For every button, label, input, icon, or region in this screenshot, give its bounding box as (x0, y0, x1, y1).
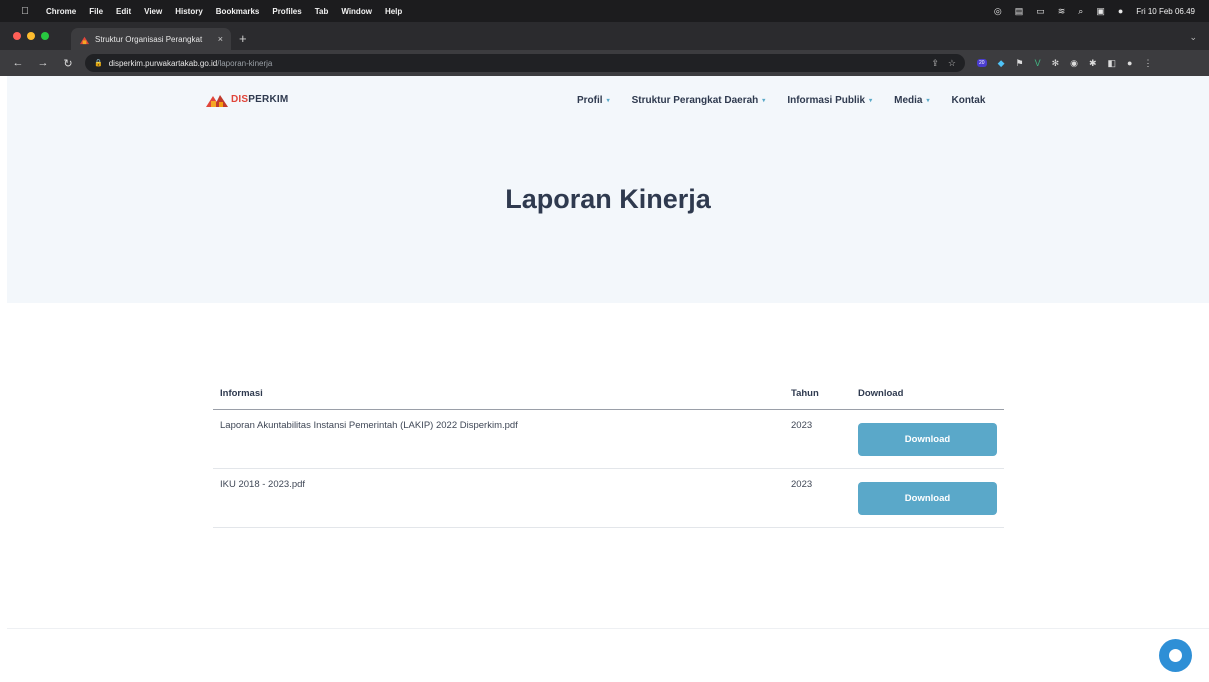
table-row: Laporan Akuntabilitas Instansi Pemerinta… (213, 410, 1004, 469)
spotlight-search-icon[interactable]: ⌕ (1078, 6, 1083, 17)
close-window-button[interactable] (13, 32, 21, 40)
disperkim-logo-icon (206, 95, 228, 107)
new-tab-button[interactable]: + (239, 31, 247, 46)
lock-icon[interactable]: 🔒 (94, 59, 103, 67)
minimize-window-button[interactable] (27, 32, 35, 40)
browser-toolbar: ← → ↻ 🔒 disperkim.purwakartakab.go.id/la… (0, 50, 1209, 76)
url-host: disperkim.purwakartakab.go.id (108, 58, 218, 68)
browser-tab-active[interactable]: Struktur Organisasi Perangkat × (71, 28, 231, 50)
share-icon[interactable]: ⇪ (931, 58, 939, 69)
menu-edit[interactable]: Edit (116, 7, 131, 16)
nav-item-struktur-perangkat-daerah[interactable]: Struktur Perangkat Daerah ▾ (632, 95, 766, 106)
download-button[interactable]: Download (858, 423, 997, 456)
nav-item-kontak[interactable]: Kontak (951, 95, 985, 106)
chrome-menu-icon[interactable]: ⋮ (1143, 58, 1152, 69)
macos-menubar:  Chrome File Edit View History Bookmark… (0, 0, 1209, 22)
wifi-icon[interactable]: ≋ (1058, 6, 1066, 17)
chevron-down-icon: ▾ (762, 98, 766, 104)
nav-item-informasi-publik[interactable]: Informasi Publik ▾ (787, 95, 872, 106)
logo-wordmark: DISPERKIM (231, 94, 289, 105)
gear-extension-icon[interactable]: ✻ (1052, 58, 1060, 69)
menu-tab[interactable]: Tab (315, 7, 329, 16)
menu-file[interactable]: File (89, 7, 103, 16)
menu-help[interactable]: Help (385, 7, 402, 16)
puzzle-extensions-icon[interactable]: ✱ (1089, 58, 1097, 69)
siri-icon[interactable]: ● (1118, 6, 1123, 16)
row-file-name: IKU 2018 - 2023.pdf (220, 479, 306, 490)
menu-chrome[interactable]: Chrome (46, 7, 76, 16)
main-navigation: Profil ▾ Struktur Perangkat Daerah ▾ Infor… (577, 95, 985, 106)
reload-icon[interactable]: ↻ (61, 57, 75, 70)
menu-profiles[interactable]: Profiles (272, 7, 301, 16)
chat-widget-button[interactable] (1159, 639, 1192, 672)
tab-close-icon[interactable]: × (218, 34, 223, 44)
menubar-clock[interactable]: Fri 10 Feb 06.49 (1136, 7, 1195, 16)
chevron-down-icon: ▾ (606, 98, 610, 104)
menubar-tray: ◎ ▤ ▭ ≋ ⌕ ▣ ● Fri 10 Feb 06.49 (994, 6, 1195, 17)
tab-title: Struktur Organisasi Perangkat (95, 34, 203, 44)
record-extension-icon[interactable]: ◉ (1070, 58, 1078, 69)
row-year: 2023 (791, 479, 813, 490)
control-center-icon[interactable]: ▣ (1096, 6, 1105, 17)
side-panel-icon[interactable]: ◧ (1108, 58, 1117, 69)
site-logo[interactable]: DISPERKIM (206, 92, 288, 107)
chevron-down-icon: ▾ (869, 98, 873, 104)
battery-icon[interactable]: ▭ (1036, 6, 1045, 17)
hero-section: DISPERKIM Profil ▾ Struktur Perangkat Dae… (7, 76, 1209, 303)
footer-divider (7, 628, 1209, 629)
menu-history[interactable]: History (175, 7, 203, 16)
nav-item-profil[interactable]: Profil ▾ (577, 95, 610, 106)
forward-arrow-icon[interactable]: → (36, 57, 50, 69)
nav-item-media[interactable]: Media ▾ (894, 95, 929, 106)
flag-extension-icon[interactable]: ⚑ (1015, 58, 1023, 69)
extension-badge-icon[interactable]: 20 (977, 59, 987, 67)
color-picker-extension-icon[interactable]: ◆ (998, 58, 1005, 69)
display-icon[interactable]: ▤ (1015, 6, 1024, 17)
chevron-down-icon: ▾ (926, 98, 930, 104)
menu-view[interactable]: View (144, 7, 162, 16)
disperkim-favicon-icon (79, 36, 90, 44)
column-header-informasi: Informasi (220, 388, 263, 399)
tab-search-chevron-icon[interactable]: ⌄ (1189, 32, 1197, 43)
vue-devtools-icon[interactable]: V (1035, 58, 1041, 68)
table-row: IKU 2018 - 2023.pdf 2023 Download (213, 469, 1004, 528)
report-table: Informasi Tahun Download Laporan Akuntab… (213, 379, 1004, 528)
profile-avatar-icon[interactable]: ● (1127, 58, 1132, 68)
back-arrow-icon[interactable]: ← (11, 57, 25, 69)
menu-bookmarks[interactable]: Bookmarks (216, 7, 260, 16)
menu-window[interactable]: Window (341, 7, 372, 16)
row-file-name: Laporan Akuntabilitas Instansi Pemerinta… (220, 420, 518, 431)
row-year: 2023 (791, 420, 813, 431)
screen-record-icon[interactable]: ◎ (994, 6, 1002, 17)
table-header: Informasi Tahun Download (213, 379, 1004, 410)
download-button[interactable]: Download (858, 482, 997, 515)
browser-tab-strip: Struktur Organisasi Perangkat × + ⌄ (0, 22, 1209, 50)
bookmark-star-icon[interactable]: ☆ (948, 58, 956, 69)
fullscreen-window-button[interactable] (41, 32, 49, 40)
column-header-download: Download (858, 388, 904, 399)
page-title: Laporan Kinerja (505, 184, 711, 214)
web-page: DISPERKIM Profil ▾ Struktur Perangkat Dae… (7, 76, 1209, 682)
address-bar[interactable]: 🔒 disperkim.purwakartakab.go.id/laporan-… (85, 54, 965, 72)
window-controls (13, 32, 49, 40)
url-path: /laporan-kinerja (217, 58, 273, 68)
omnibox-actions: ⇪ ☆ (931, 58, 956, 69)
column-header-tahun: Tahun (791, 388, 819, 399)
extensions-area: 20 ◆ ⚑ V ✻ ◉ ✱ ◧ ● ⋮ (977, 58, 1152, 69)
chat-bubble-icon (1169, 649, 1182, 662)
apple-menu-icon[interactable]:  (18, 6, 32, 17)
